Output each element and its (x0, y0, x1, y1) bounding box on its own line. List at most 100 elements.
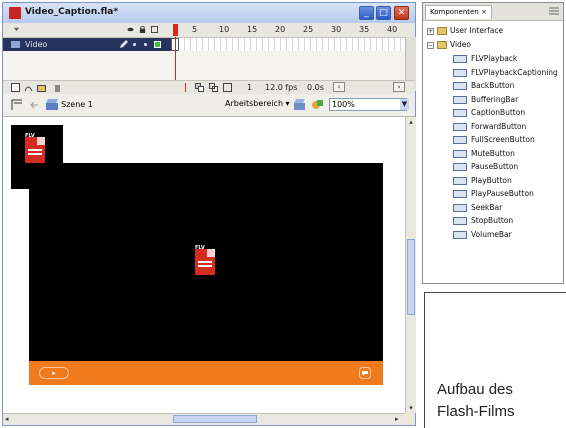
caption-line-2: Flash-Films (437, 403, 515, 420)
component-item[interactable]: BackButton (453, 81, 514, 90)
component-label: FullScreenButton (471, 135, 535, 144)
playhead[interactable] (173, 24, 178, 36)
stage-vertical-scrollbar[interactable]: ▴ ▾ (405, 117, 416, 413)
scroll-down-arrow[interactable]: ▾ (406, 403, 416, 413)
vertical-scroll-thumb[interactable] (407, 239, 415, 315)
scroll-right-button[interactable]: › (393, 82, 405, 92)
outline-icon[interactable] (151, 26, 158, 33)
tree-group-user-interface[interactable]: + User Interface (427, 26, 503, 35)
expand-toggle[interactable]: + (427, 27, 434, 35)
folder-icon[interactable] (37, 83, 46, 92)
frame-number: 30 (331, 25, 342, 34)
layer-name: Video (25, 40, 48, 49)
onion-skin-icon[interactable] (195, 83, 204, 92)
component-item[interactable]: SeekBar (453, 203, 502, 212)
component-item[interactable]: PlayPauseButton (453, 189, 534, 198)
component-item[interactable]: ForwardButton (453, 122, 526, 131)
elapsed-time: 0.0s (307, 83, 324, 92)
caption-line-1: Aufbau des (437, 381, 513, 398)
component-item[interactable]: FLVPlayback (453, 54, 517, 63)
component-item[interactable]: StopButton (453, 216, 513, 225)
motion-guide-icon[interactable] (24, 83, 33, 92)
components-panel-header: Komponenten × (423, 3, 563, 21)
stage-horizontal-scrollbar[interactable]: ◂ ▸ (3, 413, 405, 425)
component-label: VolumeBar (471, 229, 512, 239)
onion-outline-icon[interactable] (209, 83, 218, 92)
caption-button-icon[interactable] (359, 367, 371, 379)
scroll-left-button[interactable]: ‹ (333, 82, 345, 92)
frame-number: 40 (387, 25, 398, 34)
scroll-left-arrow[interactable]: ◂ (5, 414, 14, 424)
flv-playback-video[interactable]: FLV (29, 163, 383, 363)
frame-number: 10 (219, 25, 230, 34)
close-button[interactable]: ✕ (394, 6, 409, 20)
edit-scene-icon[interactable] (293, 98, 306, 111)
video-control-bar: ▸ (29, 361, 383, 385)
timeline-header: 5 10 15 20 25 30 35 40 (3, 23, 415, 38)
component-label: PlayButton (471, 175, 512, 185)
trash-icon[interactable] (53, 83, 62, 92)
component-icon (453, 203, 467, 212)
frame-rate[interactable]: 12.0 fps (265, 83, 297, 92)
outline-color-swatch[interactable] (154, 41, 161, 48)
component-icon (453, 55, 467, 63)
component-label: MuteButton (471, 148, 515, 158)
edit-bar: Szene 1 Arbeitsbereich ▾ 100% ▼ (3, 94, 415, 117)
center-frame-icon[interactable] (181, 83, 190, 92)
component-item[interactable]: CaptionButton (453, 108, 525, 117)
zoom-value: 100% (332, 100, 355, 109)
group-label: Video (450, 40, 472, 49)
insert-layer-icon[interactable] (11, 83, 20, 92)
flv-file-icon: FLV (195, 245, 215, 275)
play-button[interactable]: ▸ (39, 367, 69, 379)
back-arrow-icon[interactable] (29, 100, 39, 110)
component-label: SeekBar (471, 202, 503, 212)
component-item[interactable]: PauseButton (453, 162, 518, 171)
component-item[interactable]: BufferingBar (453, 95, 518, 104)
tree-group-video[interactable]: − Video (427, 40, 471, 49)
component-label: BufferingBar (471, 94, 519, 104)
zoom-field[interactable]: 100% ▼ (329, 98, 409, 111)
frame-number: 35 (359, 25, 370, 34)
component-icon (453, 109, 467, 117)
component-item[interactable]: FLVPlaybackCaptioning (453, 68, 558, 77)
tab-components[interactable]: Komponenten × (425, 5, 492, 19)
lock-icon[interactable] (139, 26, 146, 33)
doc-stripe (198, 261, 212, 263)
figure-caption-box: Aufbau des Flash-Films (424, 292, 566, 428)
component-label: PauseButton (471, 162, 519, 171)
title-bar[interactable]: Video_Caption.fla* _ □ ✕ (3, 3, 415, 24)
stage[interactable]: FLV FLV ▸ (3, 117, 405, 413)
flash-document-icon (9, 7, 21, 19)
component-item[interactable]: MuteButton (453, 149, 515, 158)
component-item[interactable]: FullScreenButton (453, 135, 535, 144)
current-frame: 1 (247, 83, 253, 92)
maximize-button[interactable]: □ (376, 6, 391, 20)
layer-icon (11, 41, 20, 48)
timeline-toggle-icon[interactable] (11, 99, 23, 111)
panel-menu-icon[interactable] (549, 7, 559, 15)
component-icon (453, 176, 467, 185)
timeline-collapse-icon[interactable] (13, 26, 20, 33)
layer-row-video[interactable]: Video (3, 38, 171, 51)
collapse-toggle[interactable]: − (427, 41, 434, 49)
component-item[interactable]: PlayButton (453, 176, 512, 185)
workspace-dropdown[interactable]: Arbeitsbereich ▾ (225, 99, 290, 108)
scene-name[interactable]: Szene 1 (61, 100, 93, 109)
component-icon (453, 95, 467, 104)
edit-multiple-frames-icon[interactable] (223, 83, 232, 92)
component-item[interactable]: VolumeBar (453, 230, 512, 239)
visibility-dot[interactable] (133, 43, 136, 46)
frames-grid[interactable] (179, 38, 405, 51)
edit-symbol-icon[interactable] (311, 98, 324, 111)
scroll-up-arrow[interactable]: ▴ (406, 117, 416, 127)
component-icon (453, 82, 467, 90)
minimize-button[interactable]: _ (359, 6, 374, 20)
timeline-footer: 1 12.0 fps 0.0s ‹ › (3, 80, 415, 94)
component-label: FLVPlaybackCaptioning (471, 67, 558, 77)
eye-icon[interactable] (127, 26, 134, 33)
scroll-right-arrow[interactable]: ▸ (395, 414, 404, 424)
zoom-dropdown-arrow[interactable]: ▼ (400, 99, 409, 110)
lock-dot[interactable] (144, 43, 147, 46)
horizontal-scroll-thumb[interactable] (173, 415, 257, 423)
